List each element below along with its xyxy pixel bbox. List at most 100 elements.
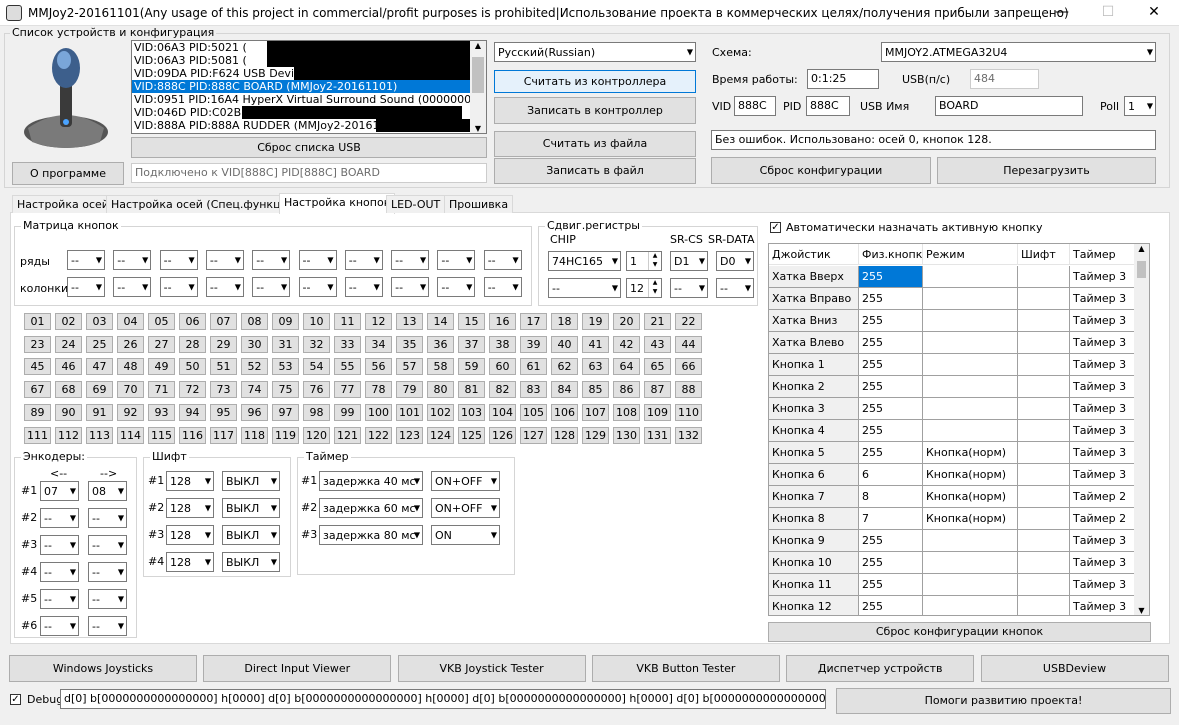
button-127[interactable]: 127 [520,426,547,444]
table-cell[interactable] [1018,376,1070,398]
button-95[interactable]: 95 [210,403,237,421]
button-92[interactable]: 92 [117,403,144,421]
table-row[interactable]: Кнопка 5 255 Кнопка(норм) Таймер 3 [769,442,1135,464]
button-71[interactable]: 71 [148,381,175,399]
button-63[interactable]: 63 [582,358,609,376]
button-mapping-table[interactable]: Джойстик Физ.кнопка Режим Шифт Таймер Хатка В… [768,243,1150,616]
support-project-button[interactable]: Помоги развитию проекта! [836,688,1171,714]
table-cell[interactable]: Кнопка(норм) [923,486,1018,508]
debug-checkbox[interactable]: ✓ [10,694,21,705]
read-controller-button[interactable]: Считать из контроллера [494,70,696,93]
poll-select[interactable]: 1 ▼ [1124,96,1156,116]
encoder-b-select[interactable]: -- ▼ [88,562,127,582]
button-57[interactable]: 57 [396,358,423,376]
tab-firmware[interactable]: Прошивка [444,195,514,213]
table-cell[interactable] [1018,596,1070,615]
table-cell[interactable]: 255 [859,530,923,552]
language-select[interactable]: Русский(Russian) ▼ [494,42,696,62]
button-52[interactable]: 52 [241,358,268,376]
matrix-col-select[interactable]: -- ▼ [344,277,383,297]
encoder-a-select[interactable]: -- ▼ [40,616,79,636]
vid-input[interactable]: 888C [734,96,776,116]
scheme-select[interactable]: MMJOY2.ATMEGA32U4 ▼ [881,42,1156,62]
table-row[interactable]: Кнопка 11 255 Таймер 3 [769,574,1135,596]
usb-device-item[interactable]: VID:06A3 PID:5021 ( [132,41,486,54]
encoder-b-select[interactable]: -- ▼ [88,508,127,528]
reset-usb-list-button[interactable]: Сброс списка USB [131,137,487,158]
button-12[interactable]: 12 [365,313,392,330]
button-19[interactable]: 19 [582,313,609,330]
usb-name-input[interactable]: BOARD [935,96,1083,116]
button-106[interactable]: 106 [551,403,578,421]
button-109[interactable]: 109 [644,403,671,421]
button-27[interactable]: 27 [148,335,175,353]
button-09[interactable]: 09 [272,313,299,330]
table-cell[interactable]: 255 [859,596,923,615]
button-17[interactable]: 17 [520,313,547,330]
table-cell[interactable]: 8 [859,486,923,508]
matrix-col-select[interactable]: -- ▼ [67,277,105,297]
matrix-row-select[interactable]: -- ▼ [483,250,522,270]
button-122[interactable]: 122 [365,426,392,444]
button-113[interactable]: 113 [86,426,113,444]
button-119[interactable]: 119 [272,426,299,444]
tab-led-out[interactable]: LED-OUT [386,195,446,213]
table-cell[interactable]: Кнопка(норм) [923,442,1018,464]
table-cell[interactable] [1018,508,1070,530]
timer-mode-select[interactable]: ON+OFF ▼ [431,498,500,518]
button-06[interactable]: 06 [179,313,206,330]
cs1-select[interactable]: D1 ▼ [670,251,708,271]
button-49[interactable]: 49 [148,358,175,376]
button-76[interactable]: 76 [303,381,330,399]
table-row[interactable]: Кнопка 2 255 Таймер 3 [769,376,1135,398]
button-84[interactable]: 84 [551,381,578,399]
shift-state-select[interactable]: ВЫКЛ ▼ [222,471,280,491]
button-123[interactable]: 123 [396,426,423,444]
table-row[interactable]: Кнопка 9 255 Таймер 3 [769,530,1135,552]
button-40[interactable]: 40 [551,335,578,353]
table-cell[interactable] [923,574,1018,596]
device-manager-button[interactable]: Диспетчер устройств [786,655,975,682]
button-66[interactable]: 66 [675,358,702,376]
matrix-row-select[interactable]: -- ▼ [437,250,476,270]
table-cell[interactable]: Кнопка 7 [769,486,859,508]
matrix-row-select[interactable]: -- ▼ [67,250,105,270]
matrix-row-select[interactable]: -- ▼ [205,250,244,270]
usb-device-item[interactable]: VID:888A PID:888A RUDDER (MMJoy2-2016110… [132,119,486,132]
table-cell[interactable]: Кнопка 2 [769,376,859,398]
table-cell[interactable]: 255 [859,288,923,310]
table-cell[interactable]: 6 [859,464,923,486]
table-cell[interactable]: Таймер 2 [1070,486,1135,508]
table-cell[interactable]: 255 [859,310,923,332]
button-102[interactable]: 102 [427,403,454,421]
timer-delay-select[interactable]: задержка 80 мс ▼ [319,525,423,545]
button-70[interactable]: 70 [117,381,144,399]
button-43[interactable]: 43 [644,335,671,353]
timer-mode-select[interactable]: ON ▼ [431,525,500,545]
matrix-row-select[interactable]: -- ▼ [391,250,430,270]
button-39[interactable]: 39 [520,335,547,353]
button-75[interactable]: 75 [272,381,299,399]
button-41[interactable]: 41 [582,335,609,353]
reset-buttons-config-button[interactable]: Сброс конфигурации кнопок [768,622,1151,642]
minimize-button[interactable]: — [1039,0,1085,26]
data2-select[interactable]: -- ▼ [716,278,754,298]
table-cell[interactable]: Кнопка 4 [769,420,859,442]
button-34[interactable]: 34 [365,335,392,353]
button-60[interactable]: 60 [489,358,516,376]
table-cell[interactable] [923,332,1018,354]
table-cell[interactable]: Кнопка 8 [769,508,859,530]
encoder-a-select[interactable]: -- ▼ [40,508,79,528]
table-cell[interactable]: 255 [859,376,923,398]
table-cell[interactable]: Кнопка 1 [769,354,859,376]
button-25[interactable]: 25 [86,335,113,353]
shift-button-select[interactable]: 128 ▼ [166,471,214,491]
auto-assign-checkbox[interactable]: ✓ [770,222,781,233]
matrix-row-select[interactable]: -- ▼ [252,250,291,270]
tab-buttons[interactable]: Настройка кнопок [279,193,396,214]
button-112[interactable]: 112 [55,426,82,444]
table-cell[interactable]: Таймер 3 [1070,332,1135,354]
table-cell[interactable]: 255 [859,574,923,596]
usb-device-item[interactable]: VID:09DA PID:F624 USB Device ( [132,67,486,80]
button-26[interactable]: 26 [117,335,144,353]
